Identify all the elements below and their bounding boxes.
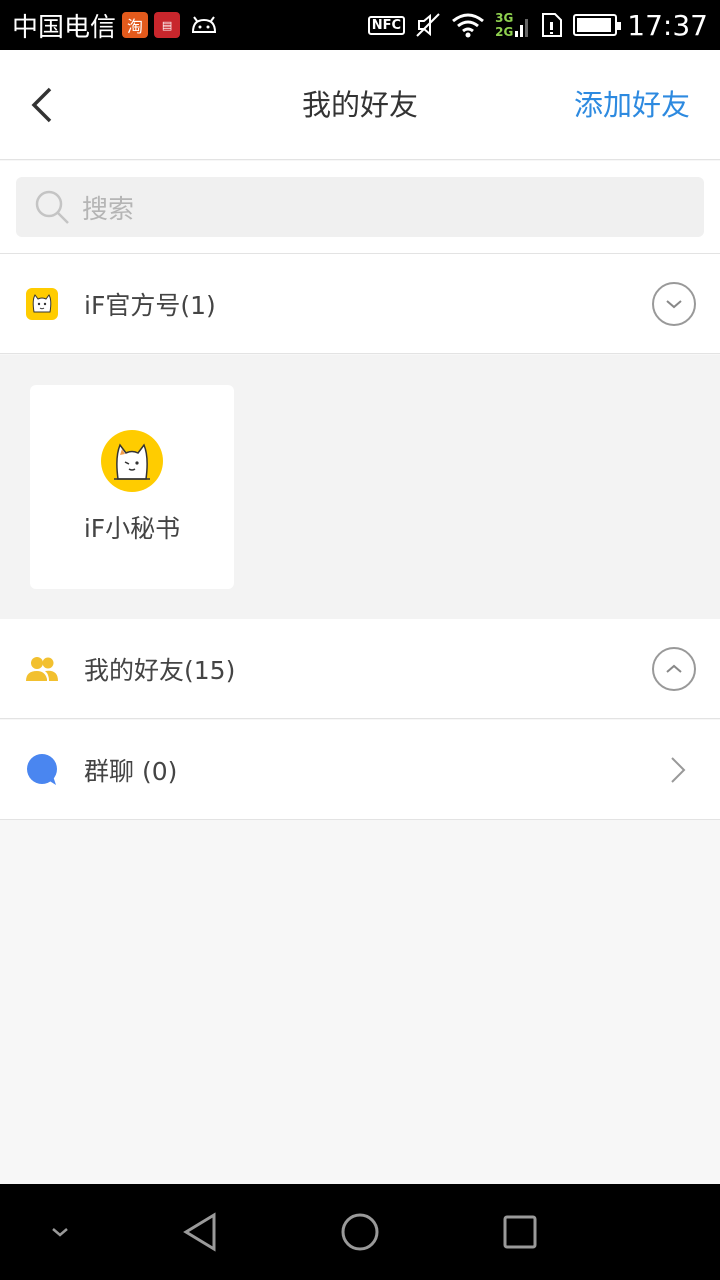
- hide-keyboard-button[interactable]: [36, 1208, 84, 1256]
- group-chat-label: 群聊 (0): [84, 756, 178, 786]
- official-accounts-grid: iF小秘书: [0, 355, 720, 619]
- search-section: 搜索: [0, 161, 720, 254]
- triangle-back-icon: [183, 1212, 216, 1252]
- nav-home-button[interactable]: [336, 1208, 384, 1256]
- friends-header[interactable]: 我的好友(15): [0, 619, 720, 719]
- network-type: 3G 2G: [495, 11, 531, 39]
- friends-label: 我的好友(15): [84, 655, 236, 685]
- search-placeholder: 搜索: [82, 194, 135, 225]
- carrier-name: 中国电信: [12, 12, 117, 43]
- battery-icon: [573, 14, 622, 36]
- system-nav-bar: [0, 1184, 720, 1280]
- collapse-toggle-friends[interactable]: [652, 647, 696, 691]
- official-account-card[interactable]: iF小秘书: [30, 385, 234, 589]
- cat-icon: [26, 288, 58, 320]
- official-accounts-header[interactable]: iF官方号(1): [0, 254, 720, 354]
- header-bar: 我的好友 添加好友: [0, 50, 720, 160]
- signal-icon: [515, 19, 529, 37]
- official-account-name: iF小秘书: [83, 514, 181, 543]
- mute-icon: [416, 13, 440, 37]
- status-bar: 中国电信 淘 ▤ NFC 3G 2G 17:37: [0, 0, 720, 50]
- android-icon: [192, 16, 217, 33]
- chevron-down-icon: [52, 1228, 68, 1237]
- calendar-notification-icon: ▤: [154, 12, 181, 38]
- chevron-right-icon: [671, 757, 686, 783]
- nav-back-button[interactable]: [176, 1208, 224, 1256]
- square-recents-icon: [503, 1215, 537, 1249]
- chevron-up-icon: [666, 664, 682, 673]
- cat-avatar-icon: [101, 430, 163, 492]
- search-icon: [35, 190, 69, 224]
- collapse-toggle-official[interactable]: [652, 282, 696, 326]
- search-input[interactable]: 搜索: [16, 177, 704, 237]
- wifi-icon: [452, 13, 485, 38]
- chat-bubble-icon: [27, 754, 57, 785]
- nfc-icon: NFC: [367, 15, 406, 35]
- sim-alert-icon: [542, 13, 563, 37]
- add-friend-button[interactable]: 添加好友: [574, 50, 690, 160]
- nav-recents-button[interactable]: [496, 1208, 544, 1256]
- official-accounts-label: iF官方号(1): [84, 290, 216, 320]
- chevron-down-icon: [666, 300, 682, 309]
- circle-home-icon: [341, 1213, 379, 1251]
- group-chat-row[interactable]: 群聊 (0): [0, 720, 720, 820]
- people-icon: [26, 657, 58, 681]
- clock: 17:37: [627, 8, 708, 42]
- taobao-notification-icon: 淘: [122, 12, 149, 38]
